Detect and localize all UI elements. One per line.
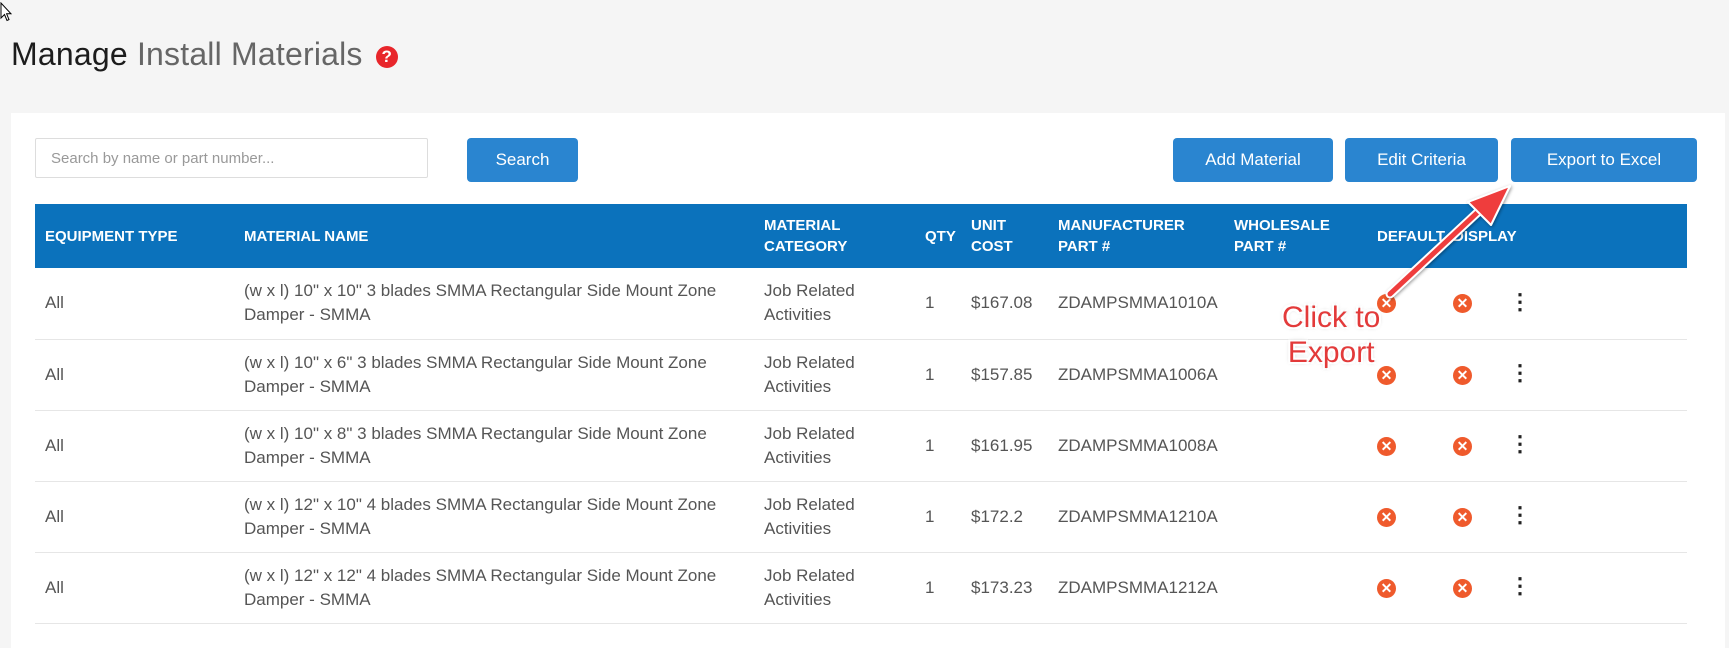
cell-actions: ⋮ <box>1499 268 1687 340</box>
cell-equipment-type: All <box>35 481 234 553</box>
cell-default: ✕ <box>1367 481 1443 553</box>
cell-display: ✕ <box>1443 552 1499 624</box>
cell-equipment-type: All <box>35 339 234 411</box>
cell-equipment-type: All <box>35 410 234 482</box>
column-header-equipment-type[interactable]: EQUIPMENT TYPE <box>35 204 234 268</box>
cell-material-category: Job Related Activities <box>754 552 915 624</box>
cell-material-name: (w x l) 10" x 8" 3 blades SMMA Rectangul… <box>234 410 754 482</box>
cell-display: ✕ <box>1443 481 1499 553</box>
row-menu-icon[interactable]: ⋮ <box>1509 575 1531 597</box>
annotation-line-2: Export <box>1287 336 1375 369</box>
column-header-manufacturer-part[interactable]: MANUFACTURER PART # <box>1048 204 1224 268</box>
export-to-excel-button[interactable]: Export to Excel <box>1511 138 1697 182</box>
annotation-line-1: Click to <box>1282 301 1381 334</box>
cell-manufacturer-part: ZDAMPSMMA1008A <box>1048 410 1224 482</box>
column-header-wholesale-part[interactable]: WHOLESALE PART # <box>1224 204 1367 268</box>
cell-actions: ⋮ <box>1499 481 1687 553</box>
cell-default: ✕ <box>1367 552 1443 624</box>
cell-material-name: (w x l) 12" x 12" 4 blades SMMA Rectangu… <box>234 552 754 624</box>
cell-wholesale-part <box>1224 552 1367 624</box>
page-title-light: Install Materials <box>136 36 363 72</box>
default-x-icon[interactable]: ✕ <box>1377 578 1396 598</box>
cell-wholesale-part <box>1224 410 1367 482</box>
cell-manufacturer-part: ZDAMPSMMA1210A <box>1048 481 1224 553</box>
cell-unit-cost: $161.95 <box>961 410 1048 482</box>
column-header-qty[interactable]: QTY <box>915 204 961 268</box>
cell-material-category: Job Related Activities <box>754 481 915 553</box>
cell-actions: ⋮ <box>1499 339 1687 411</box>
cell-unit-cost: $173.23 <box>961 552 1048 624</box>
help-icon[interactable]: ? <box>375 46 398 68</box>
cell-material-name: (w x l) 10" x 6" 3 blades SMMA Rectangul… <box>234 339 754 411</box>
default-x-icon[interactable]: ✕ <box>1377 436 1396 456</box>
cell-unit-cost: $172.2 <box>961 481 1048 553</box>
cell-qty: 1 <box>915 481 961 553</box>
cell-unit-cost: $157.85 <box>961 339 1048 411</box>
column-header-actions <box>1499 204 1687 268</box>
cell-equipment-type: All <box>35 552 234 624</box>
column-header-unit-cost[interactable]: UNIT COST <box>961 204 1048 268</box>
mouse-cursor-icon <box>0 2 12 22</box>
cell-material-category: Job Related Activities <box>754 410 915 482</box>
cell-material-name: (w x l) 10" x 10" 3 blades SMMA Rectangu… <box>234 268 754 340</box>
search-input[interactable] <box>35 138 428 178</box>
cell-material-category: Job Related Activities <box>754 339 915 411</box>
table-row[interactable]: All (w x l) 12" x 10" 4 blades SMMA Rect… <box>35 481 1687 553</box>
cell-manufacturer-part: ZDAMPSMMA1006A <box>1048 339 1224 411</box>
cell-qty: 1 <box>915 410 961 482</box>
column-header-material-name[interactable]: MATERIAL NAME <box>234 204 754 268</box>
column-header-material-category[interactable]: MATERIAL CATEGORY <box>754 204 915 268</box>
display-x-icon[interactable]: ✕ <box>1453 507 1472 527</box>
cell-actions: ⋮ <box>1499 410 1687 482</box>
page-title: Manage Install Materials ? <box>11 36 398 73</box>
cell-material-name: (w x l) 12" x 10" 4 blades SMMA Rectangu… <box>234 481 754 553</box>
page-title-bold: Manage <box>11 36 128 72</box>
edit-criteria-button[interactable]: Edit Criteria <box>1345 138 1498 182</box>
display-x-icon[interactable]: ✕ <box>1453 578 1472 598</box>
annotation-arrow-icon <box>1385 185 1511 299</box>
cell-actions: ⋮ <box>1499 552 1687 624</box>
cell-manufacturer-part: ZDAMPSMMA1212A <box>1048 552 1224 624</box>
table-row[interactable]: All (w x l) 12" x 12" 4 blades SMMA Rect… <box>35 552 1687 624</box>
row-menu-icon[interactable]: ⋮ <box>1509 504 1531 526</box>
row-menu-icon[interactable]: ⋮ <box>1509 433 1531 455</box>
display-x-icon[interactable]: ✕ <box>1453 365 1472 385</box>
cell-display: ✕ <box>1443 339 1499 411</box>
add-material-button[interactable]: Add Material <box>1173 138 1333 182</box>
table-row[interactable]: All (w x l) 10" x 8" 3 blades SMMA Recta… <box>35 410 1687 482</box>
cell-manufacturer-part: ZDAMPSMMA1010A <box>1048 268 1224 340</box>
cell-material-category: Job Related Activities <box>754 268 915 340</box>
search-button[interactable]: Search <box>467 138 578 182</box>
cell-wholesale-part <box>1224 481 1367 553</box>
row-menu-icon[interactable]: ⋮ <box>1509 362 1531 384</box>
cell-default: ✕ <box>1367 410 1443 482</box>
cell-qty: 1 <box>915 552 961 624</box>
cell-qty: 1 <box>915 268 961 340</box>
cell-equipment-type: All <box>35 268 234 340</box>
cell-qty: 1 <box>915 339 961 411</box>
click-to-export-annotation: Click to Export <box>1282 300 1380 370</box>
default-x-icon[interactable]: ✕ <box>1377 507 1396 527</box>
cell-display: ✕ <box>1443 410 1499 482</box>
display-x-icon[interactable]: ✕ <box>1453 436 1472 456</box>
table-row[interactable]: All (w x l) 10" x 6" 3 blades SMMA Recta… <box>35 339 1687 411</box>
cell-unit-cost: $167.08 <box>961 268 1048 340</box>
